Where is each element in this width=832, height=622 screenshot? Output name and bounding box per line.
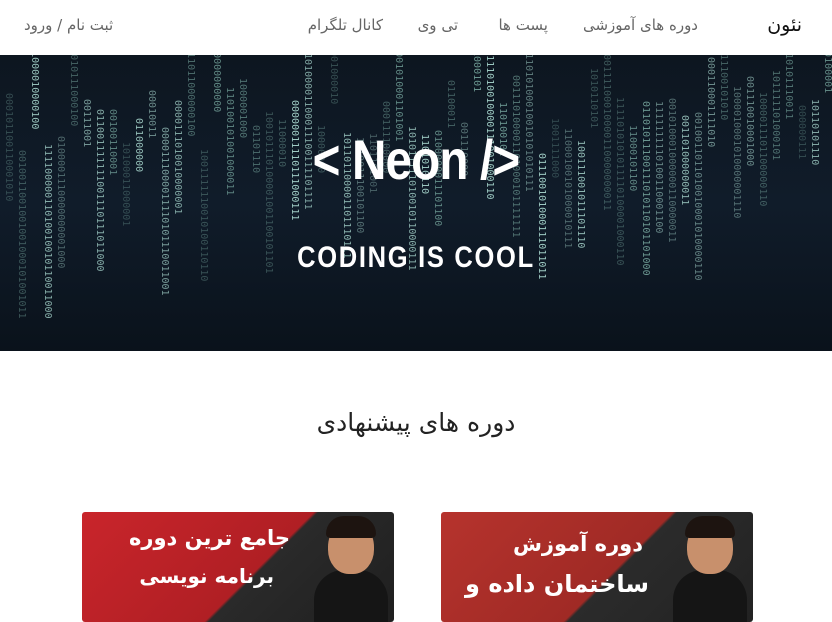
binary-column: 0001010111000100	[68, 55, 79, 126]
binary-column: 00001000010	[328, 55, 339, 104]
binary-column: 001110000000000	[211, 55, 222, 112]
course-card-line2: برنامه نویسی	[139, 564, 274, 588]
binary-column: 1110100001	[822, 55, 832, 93]
nav-link-posts[interactable]: پست ها	[498, 16, 548, 34]
nav-link-telegram[interactable]: کانال تلگرام	[308, 16, 383, 34]
binary-column: 1010110101	[588, 68, 599, 128]
instructor-photo	[314, 512, 388, 622]
course-card-line1: جامع ترین دوره	[128, 526, 290, 550]
hero-subtitle: CODING IS COOL	[297, 241, 535, 274]
course-card[interactable]: جامع ترین دوره برنامه نویسی	[82, 512, 394, 622]
login-register-link[interactable]: ثبت نام / ورود	[24, 16, 113, 34]
binary-column: 000000111	[796, 105, 807, 159]
nav-link-tv[interactable]: تی وی	[418, 16, 458, 34]
course-card-line2: ساختمان داده و	[465, 570, 649, 598]
binary-rain-background: 0001011001100010100010011001001001000101…	[3, 55, 832, 319]
binary-column: 01000101	[471, 55, 482, 92]
hero-banner: 000101100110001010 0010011001001001000101…	[0, 55, 832, 351]
hero-title: < Neon />	[312, 128, 520, 191]
brand-logo[interactable]: نئون	[767, 14, 802, 36]
course-card[interactable]: دوره آموزش ساختمان داده و	[441, 512, 753, 622]
nav-link-courses[interactable]: دوره های آموزشی	[583, 16, 698, 34]
course-card-line1: دوره آموزش	[512, 532, 643, 556]
binary-column: 11110000011010010010110011000	[42, 144, 53, 319]
section-title: دوره های پیشنهادی	[316, 408, 516, 437]
binary-column: 101111101000101	[770, 70, 781, 160]
binary-column: 000101100110001010	[3, 93, 14, 201]
binary-column: 10110101110	[809, 99, 820, 165]
instructor-photo	[673, 512, 747, 622]
binary-column: 01100011	[445, 80, 456, 128]
binary-column: 000011100101010	[718, 55, 729, 120]
binary-column: 00111000010000100	[29, 55, 40, 129]
binary-column: 0010011001001001000101001011	[16, 150, 27, 319]
binary-column: 0000011011000000100	[185, 55, 196, 136]
navbar: نئون دوره های آموزشی پست ها تی وی کانال …	[0, 0, 832, 55]
binary-column: 10110101110011	[783, 55, 794, 119]
